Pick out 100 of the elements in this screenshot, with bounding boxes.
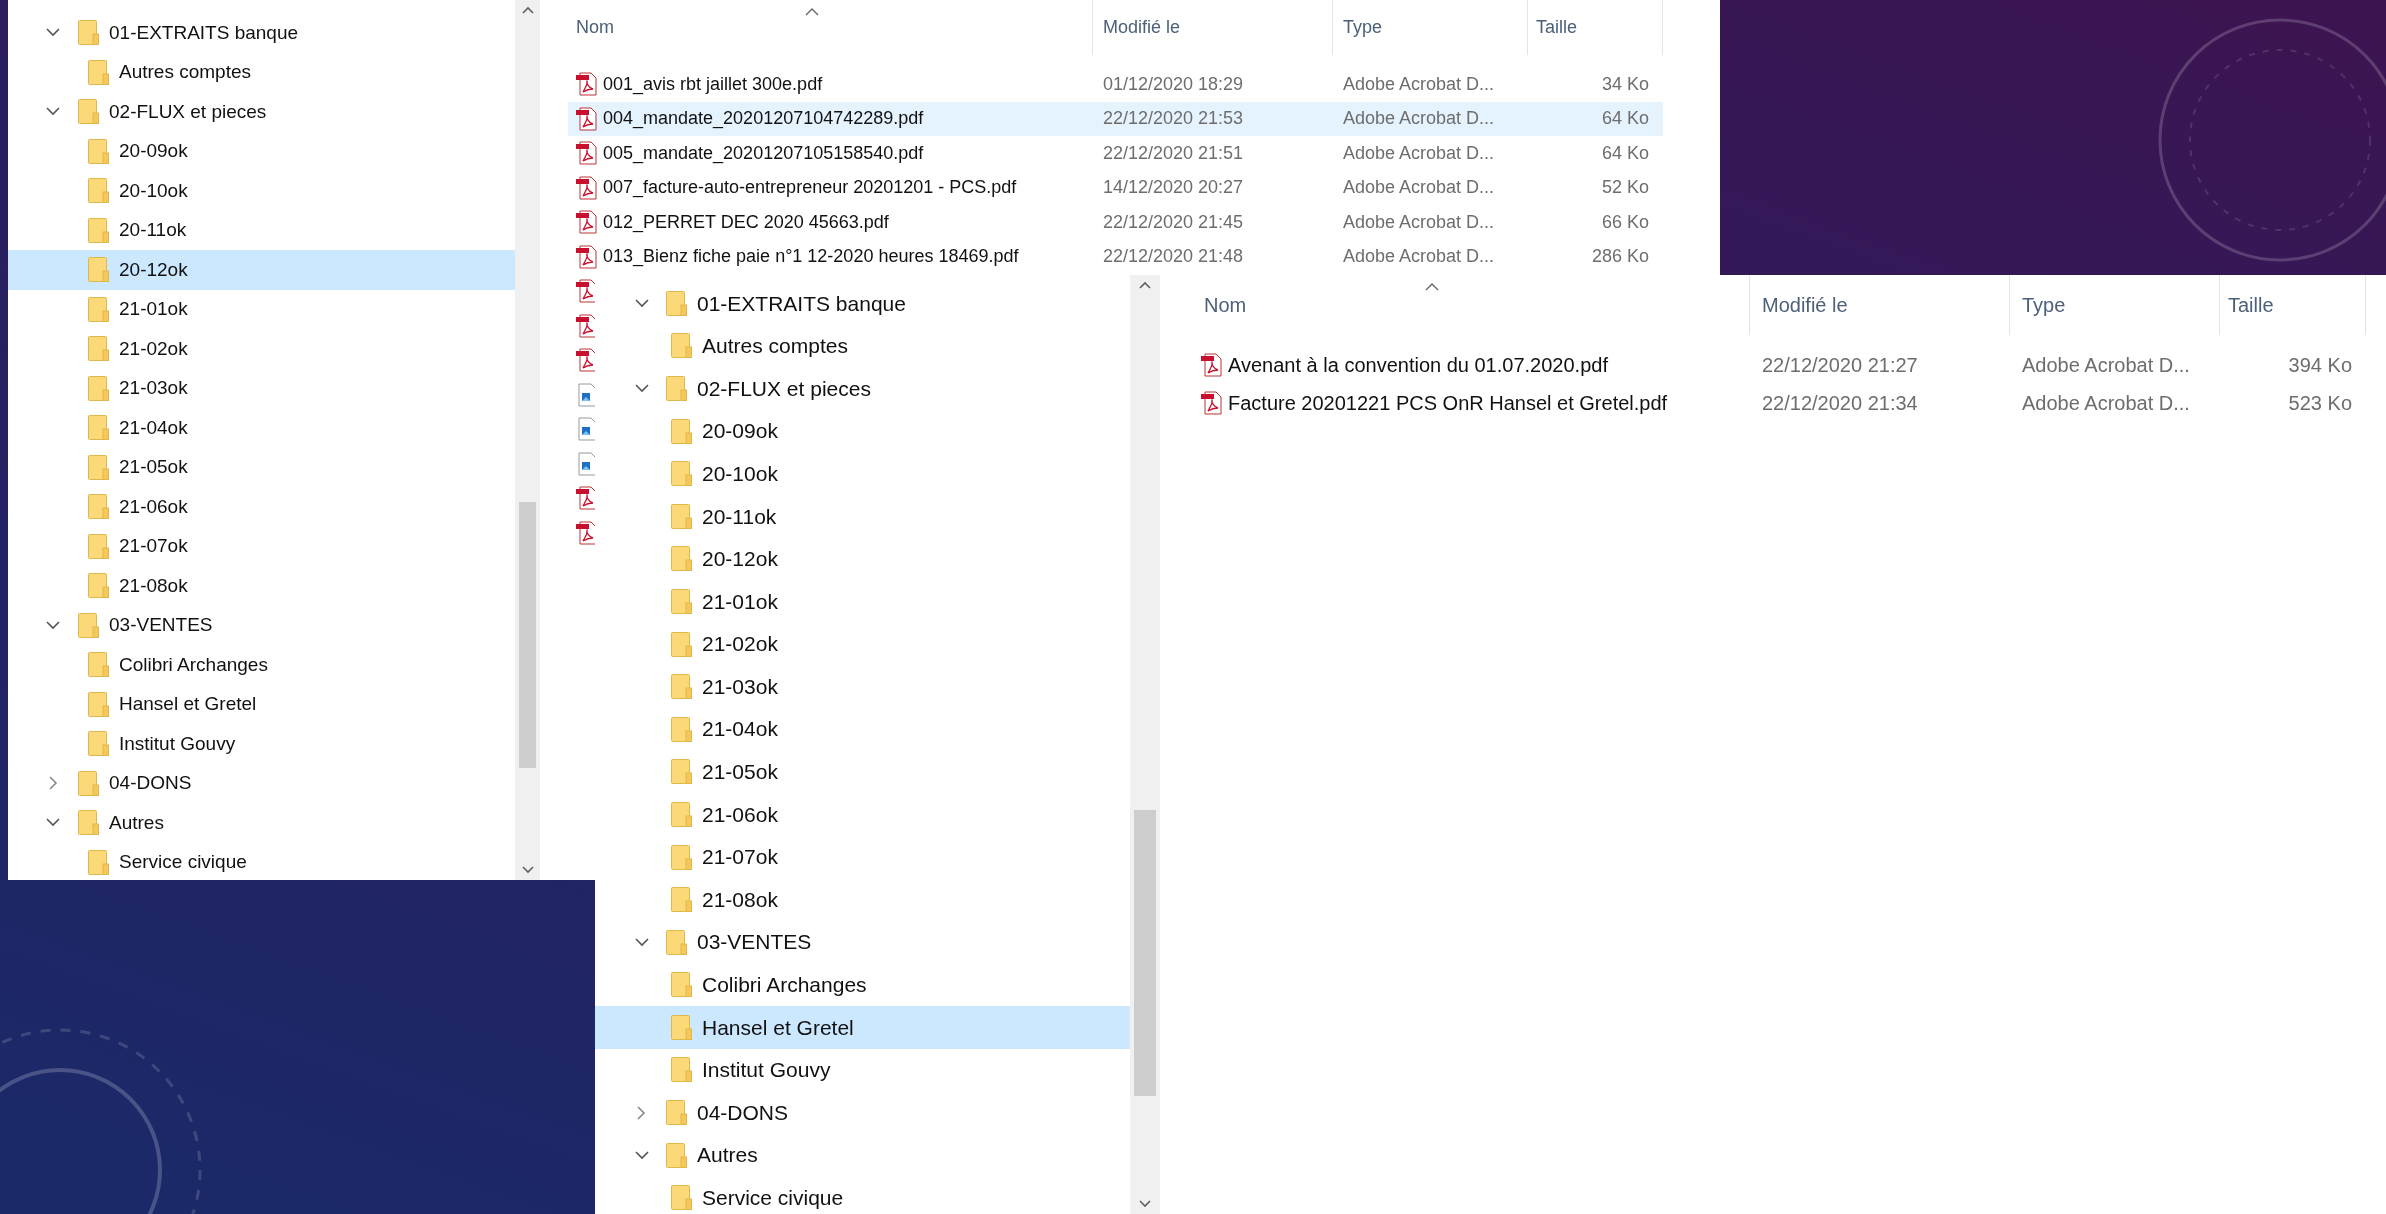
folder-tree-item[interactable]: 21-01ok xyxy=(8,289,515,329)
folder-tree-item[interactable]: 20-10ok xyxy=(595,452,1130,495)
folder-tree-item[interactable]: 21-01ok xyxy=(595,580,1130,623)
file-row[interactable]: 007_facture-auto-entrepreneur 20201201 - PCS.pdf 14/12/2020 20:27 Adobe Acrobat D... 52 Ko xyxy=(568,170,1663,205)
folder-icon xyxy=(671,418,692,444)
column-header[interactable]: Modifié le xyxy=(1750,275,2010,335)
folder-tree-item[interactable]: 21-07ok xyxy=(595,835,1130,879)
file-row[interactable]: 005_mandate_20201207105158540.pdf 22/12/2020 21:51 Adobe Acrobat D... 64 Ko xyxy=(568,136,1663,171)
column-header[interactable]: Taille xyxy=(2220,275,2366,335)
column-header[interactable]: Nom xyxy=(568,0,1093,55)
folder-tree-item[interactable]: 02-FLUX et pieces xyxy=(8,92,515,132)
folder-icon xyxy=(88,573,109,599)
folder-tree-item[interactable]: Service civique xyxy=(8,842,515,880)
file-type: Adobe Acrobat D... xyxy=(1343,108,1495,129)
folder-tree-item[interactable]: 20-09ok xyxy=(595,409,1130,453)
folder-icon xyxy=(78,612,99,638)
chevron-down-icon[interactable] xyxy=(46,28,60,38)
file-row[interactable]: 004_mandate_20201207104742289.pdf 22/12/2020 21:53 Adobe Acrobat D... 64 Ko xyxy=(568,101,1663,136)
column-header[interactable]: Type xyxy=(2010,275,2220,335)
folder-tree-item[interactable]: Autres xyxy=(595,1133,1130,1177)
chevron-down-icon[interactable] xyxy=(46,107,60,117)
folder-tree-item[interactable]: Service civique xyxy=(595,1176,1130,1214)
file-type: Adobe Acrobat D... xyxy=(2022,392,2190,414)
folder-tree-item[interactable]: 21-07ok xyxy=(8,526,515,566)
folder-tree-item[interactable]: 04-DONS xyxy=(8,763,515,803)
folder-icon xyxy=(88,849,109,875)
chevron-down-icon[interactable] xyxy=(634,384,649,393)
folder-tree-item[interactable]: 21-06ok xyxy=(595,793,1130,836)
pdf-file-icon xyxy=(575,244,597,269)
folder-tree-item[interactable]: 20-11ok xyxy=(8,210,515,250)
column-header[interactable]: Nom xyxy=(1200,275,1750,335)
folder-tree-item[interactable]: 21-05ok xyxy=(8,447,515,487)
file-name: 007_facture-auto-entrepreneur 20201201 - PCS.pdf xyxy=(603,176,1017,200)
folder-icon xyxy=(88,296,109,322)
folder-tree-item[interactable]: 04-DONS xyxy=(595,1091,1130,1134)
folder-tree-item[interactable]: 02-FLUX et pieces xyxy=(595,367,1130,410)
folder-tree-item[interactable]: Hansel et Gretel xyxy=(595,1006,1130,1049)
folder-icon xyxy=(78,20,99,46)
folder-tree-item[interactable]: Hansel et Gretel xyxy=(8,684,515,724)
chevron-down-icon[interactable] xyxy=(634,1150,649,1160)
folder-icon xyxy=(88,533,109,559)
folder-icon xyxy=(671,972,692,998)
folder-tree-item[interactable]: 03-VENTES xyxy=(8,605,515,645)
folder-tree-item[interactable]: Autres comptes xyxy=(595,324,1130,368)
modified-date: 22/12/2020 21:53 xyxy=(1103,108,1244,129)
scrollbar[interactable] xyxy=(1130,275,1160,1214)
folder-tree-item[interactable]: 21-04ok xyxy=(8,408,515,448)
folder-tree-item[interactable]: 20-12ok xyxy=(8,250,515,290)
folder-icon xyxy=(88,494,109,520)
column-header[interactable]: Modifié le xyxy=(1093,0,1333,55)
scrollbar-thumb[interactable] xyxy=(1134,810,1156,1096)
folder-tree-item[interactable]: 20-12ok xyxy=(595,537,1130,581)
chevron-right-icon[interactable] xyxy=(48,776,58,791)
pdf-file-icon xyxy=(575,106,597,131)
file-row[interactable]: 012_PERRET DEC 2020 45663.pdf 22/12/2020 21:45 Adobe Acrobat D... 66 Ko xyxy=(568,205,1663,240)
file-type: Adobe Acrobat D... xyxy=(1343,73,1495,94)
folder-tree-item[interactable]: 20-09ok xyxy=(8,131,515,171)
folder-tree-item[interactable]: 21-06ok xyxy=(8,487,515,527)
folder-tree-item[interactable]: Institut Gouvy xyxy=(8,724,515,764)
scrollbar-thumb[interactable] xyxy=(519,502,536,768)
file-row[interactable]: 013_Bienz fiche paie n°1 12-2020 heures 18469.pdf 22/12/2020 21:48 Adobe Acrobat D... 286 Ko xyxy=(568,239,1663,274)
chevron-down-icon[interactable] xyxy=(46,818,60,828)
folder-tree-item[interactable]: 21-02ok xyxy=(595,622,1130,666)
file-row[interactable]: Facture 20201221 PCS OnR Hansel et Gretel.pdf 22/12/2020 21:34 Adobe Acrobat D... 523 Ko xyxy=(1200,384,2366,422)
modified-date: 14/12/2020 20:27 xyxy=(1103,177,1244,198)
file-row[interactable]: 001_avis rbt jaillet 300e.pdf 01/12/2020 18:29 Adobe Acrobat D... 34 Ko xyxy=(568,67,1663,102)
folder-tree-item[interactable]: 21-02ok xyxy=(8,329,515,369)
folder-tree-item[interactable]: Colibri Archanges xyxy=(595,963,1130,1007)
folder-tree-item[interactable]: 21-03ok xyxy=(595,665,1130,708)
folder-tree-item[interactable]: 21-04ok xyxy=(595,707,1130,751)
folder-tree-item[interactable]: Autres xyxy=(8,803,515,843)
chevron-down-icon[interactable] xyxy=(634,937,649,947)
folder-tree-item[interactable]: Institut Gouvy xyxy=(595,1048,1130,1092)
folder-tree-item[interactable]: 01-EXTRAITS banque xyxy=(595,282,1130,325)
chevron-down-icon[interactable] xyxy=(634,298,649,308)
folder-tree-item[interactable]: Colibri Archanges xyxy=(8,645,515,685)
file-row[interactable]: Avenant à la convention du 01.07.2020.pdf 22/12/2020 21:27 Adobe Acrobat D... 394 Ko xyxy=(1200,346,2366,384)
file-name: Avenant à la convention du 01.07.2020.pdf xyxy=(1228,353,1608,378)
folder-icon xyxy=(671,1057,692,1083)
folder-tree-item[interactable]: 21-03ok xyxy=(8,368,515,408)
scrollbar[interactable] xyxy=(515,0,540,880)
modified-date: 22/12/2020 21:27 xyxy=(1762,354,1918,376)
folder-tree-item[interactable]: 03-VENTES xyxy=(595,920,1130,964)
pdf-file-icon xyxy=(1200,391,1222,415)
pdf-file-icon xyxy=(1200,353,1222,377)
folder-tree-item[interactable]: 21-08ok xyxy=(8,566,515,606)
chevron-down-icon[interactable] xyxy=(46,620,60,630)
chevron-right-icon[interactable] xyxy=(637,1105,646,1120)
folder-tree-item[interactable]: 20-11ok xyxy=(595,494,1130,538)
folder-tree-item[interactable]: Autres comptes xyxy=(8,52,515,92)
folder-icon xyxy=(671,588,692,614)
modified-date: 22/12/2020 21:45 xyxy=(1103,211,1244,232)
folder-tree-item[interactable]: 21-05ok xyxy=(595,750,1130,794)
modified-date: 22/12/2020 21:48 xyxy=(1103,246,1244,267)
folder-tree-item[interactable]: 20-10ok xyxy=(8,171,515,211)
column-header[interactable]: Type xyxy=(1333,0,1528,55)
folder-icon xyxy=(671,674,692,700)
column-header[interactable]: Taille xyxy=(1528,0,1663,55)
folder-tree-item[interactable]: 01-EXTRAITS banque xyxy=(8,13,515,53)
folder-tree-item[interactable]: 21-08ok xyxy=(595,878,1130,921)
